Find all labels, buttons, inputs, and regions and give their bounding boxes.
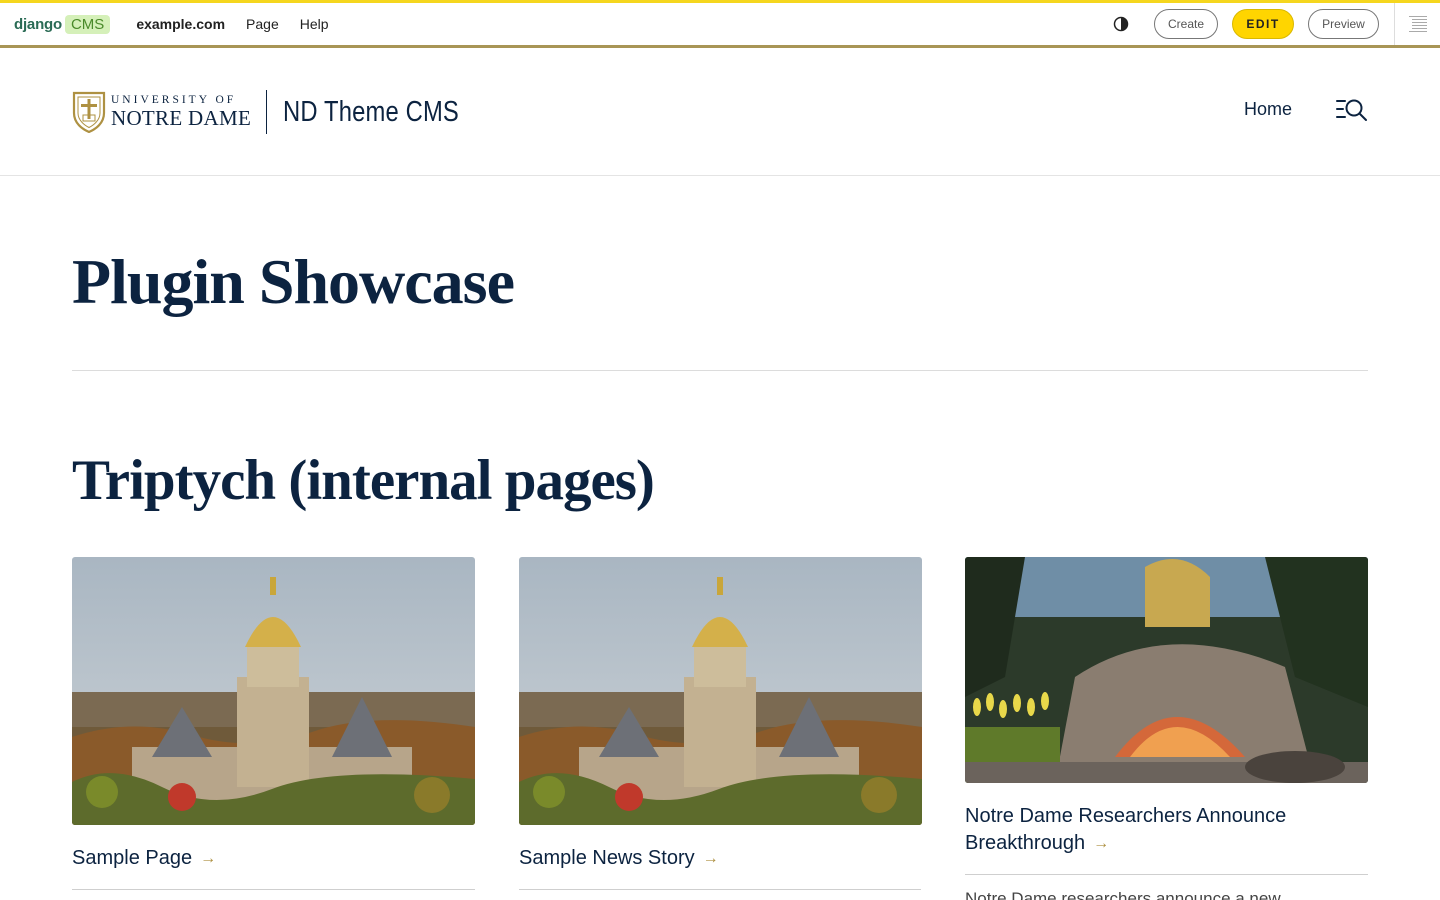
nav-home-link[interactable]: Home [1244, 99, 1292, 120]
create-button[interactable]: Create [1154, 9, 1218, 39]
cms-toolbar: django CMS example.com Page Help Create … [0, 0, 1440, 48]
arrow-right-icon: → [1093, 835, 1110, 852]
menu-site[interactable]: example.com [136, 16, 225, 32]
menu-help[interactable]: Help [300, 16, 329, 32]
card-1-link-text: Sample Page [72, 847, 193, 869]
menu-page[interactable]: Page [246, 16, 279, 32]
card-2-link-text: Sample News Story [519, 847, 695, 869]
triptych-card-3: Notre Dame Researchers Announce Breakthr… [965, 557, 1368, 900]
title-divider [72, 370, 1368, 371]
toolbar-right: Create EDIT Preview [1113, 3, 1440, 45]
card-1-divider [72, 889, 475, 890]
site-header: UNIVERSITY OF NOTRE DAME ND Theme CMS Ho… [0, 48, 1440, 176]
site-brand[interactable]: UNIVERSITY OF NOTRE DAME ND Theme CMS [72, 90, 498, 134]
menu-search-icon[interactable] [1336, 96, 1368, 122]
university-wordmark: UNIVERSITY OF NOTRE DAME [111, 95, 251, 129]
django-cms-logo[interactable]: django CMS [14, 14, 111, 34]
card-3-divider [965, 874, 1368, 875]
card-3-link-line1: Notre Dame Researchers Announce [965, 805, 1287, 827]
header-nav: Home [1244, 96, 1368, 122]
structure-mode-icon [1408, 16, 1427, 32]
notre-dame-shield-icon [72, 91, 106, 133]
grotto-image[interactable] [965, 557, 1368, 783]
golden-dome-image[interactable] [519, 557, 922, 825]
brand-divider [266, 90, 268, 134]
golden-dome-image[interactable] [72, 557, 475, 825]
triptych-card-2: Sample News Story → [519, 557, 922, 890]
card-3-description: Notre Dame researchers announce a new [965, 889, 1281, 900]
logo-django-text: django [14, 15, 62, 33]
edit-button[interactable]: EDIT [1232, 9, 1294, 39]
preview-button[interactable]: Preview [1308, 9, 1379, 39]
card-3-link-line2: Breakthrough [965, 832, 1086, 854]
arrow-right-icon: → [200, 850, 217, 867]
card-1-link[interactable]: Sample Page → [72, 845, 475, 872]
contrast-toggle-icon[interactable] [1113, 16, 1129, 32]
triptych-card-1: Sample Page → [72, 557, 475, 890]
card-3-link[interactable]: Notre Dame Researchers Announce Breakthr… [965, 803, 1368, 857]
site-name: ND Theme CMS [283, 95, 460, 128]
page-title: Plugin Showcase [72, 246, 515, 317]
arrow-right-icon: → [702, 850, 719, 867]
wordmark-line2: NOTRE DAME [111, 105, 252, 130]
card-2-divider [519, 889, 921, 890]
cms-menu: example.com Page Help [136, 16, 328, 32]
card-2-link[interactable]: Sample News Story → [519, 845, 921, 872]
logo-cms-badge: CMS [64, 14, 111, 34]
section-title: Triptych (internal pages) [72, 449, 655, 512]
structure-mode-button[interactable] [1394, 3, 1440, 45]
